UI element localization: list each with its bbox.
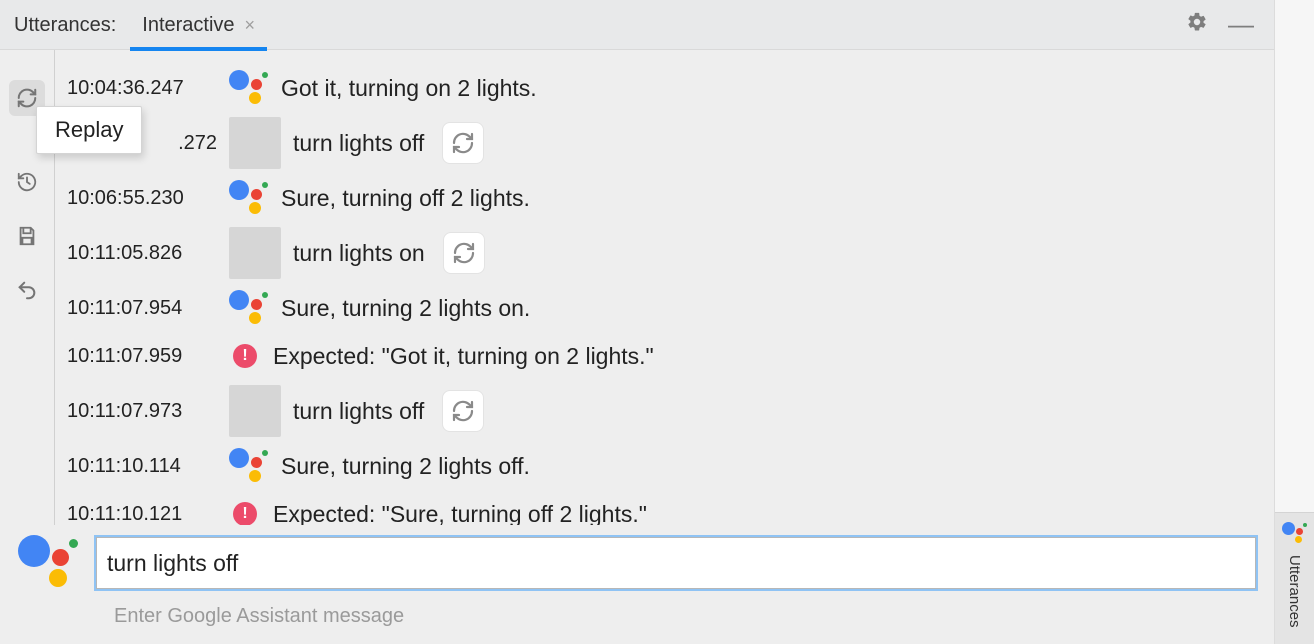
replay-icon[interactable] (442, 390, 484, 432)
assistant-logo-icon (229, 68, 269, 108)
assistant-message: Sure, turning 2 lights on. (281, 295, 530, 322)
log-row: 10:11:10.114 Sure, turning 2 lights off. (67, 446, 1262, 486)
conversation-log: 10:04:36.247 Got it, turning on 2 lights.… (54, 50, 1274, 525)
gear-icon[interactable] (1176, 11, 1218, 39)
assistant-logo-icon (18, 533, 78, 593)
assistant-logo-icon (229, 288, 269, 328)
utterances-label: Utterances: (10, 0, 130, 50)
timestamp: 10:11:10.114 (67, 455, 217, 478)
timestamp: 10:11:10.121 (67, 503, 217, 526)
warn-message: Expected: "Sure, turning off 2 lights." (273, 501, 647, 526)
assistant-message: Sure, turning 2 lights off. (281, 453, 530, 480)
log-row: 10:06:55.230 Sure, turning off 2 lights. (67, 178, 1262, 218)
message-input[interactable] (96, 537, 1256, 589)
input-area: Enter Google Assistant message (0, 525, 1274, 644)
close-icon[interactable]: × (245, 0, 256, 50)
undo-button[interactable] (9, 272, 45, 308)
tab-interactive-label: Interactive (142, 0, 234, 50)
warning-icon: ! (233, 502, 257, 525)
user-avatar (229, 227, 281, 279)
right-rail: Utterances (1274, 0, 1314, 644)
tab-interactive[interactable]: Interactive × (130, 0, 267, 50)
timestamp: 10:11:07.959 (67, 345, 217, 368)
replay-icon[interactable] (442, 122, 484, 164)
log-row: 10:04:36.247 Got it, turning on 2 lights. (67, 68, 1262, 108)
warn-message: Expected: "Got it, turning on 2 lights." (273, 343, 654, 370)
assistant-logo-icon (229, 178, 269, 218)
user-message: turn lights on (293, 240, 425, 267)
tab-bar: Utterances: Interactive × — (0, 0, 1274, 50)
assistant-message: Got it, turning on 2 lights. (281, 75, 537, 102)
left-gutter: Replay (0, 50, 54, 525)
timestamp: 10:06:55.230 (67, 187, 217, 210)
replay-tooltip: Replay (36, 106, 142, 154)
assistant-logo-icon (229, 446, 269, 486)
user-avatar (229, 385, 281, 437)
user-message: turn lights off (293, 398, 424, 425)
utterances-panel-tab[interactable]: Utterances (1275, 512, 1314, 644)
timestamp: 10:11:05.826 (67, 242, 217, 265)
input-helper-text: Enter Google Assistant message (114, 605, 1256, 628)
timestamp: 10:04:36.247 (67, 77, 217, 100)
log-row: 10:11:10.121! Expected: "Sure, turning of… (67, 494, 1262, 525)
assistant-logo-icon (1282, 521, 1308, 547)
utterances-panel-label: Utterances (1286, 555, 1303, 628)
history-button[interactable] (9, 164, 45, 200)
user-avatar (229, 117, 281, 169)
warning-icon: ! (233, 344, 257, 368)
user-message: turn lights off (293, 130, 424, 157)
replay-icon[interactable] (443, 232, 485, 274)
timestamp: 10:11:07.954 (67, 297, 217, 320)
log-row: .272turn lights off (67, 116, 1262, 170)
assistant-message: Sure, turning off 2 lights. (281, 185, 530, 212)
minimize-icon[interactable]: — (1218, 9, 1264, 40)
save-button[interactable] (9, 218, 45, 254)
timestamp: 10:11:07.973 (67, 400, 217, 423)
log-row: 10:11:05.826 turn lights on (67, 226, 1262, 280)
log-row: 10:11:07.959! Expected: "Got it, turning … (67, 336, 1262, 376)
log-row: 10:11:07.954 Sure, turning 2 lights on. (67, 288, 1262, 328)
log-row: 10:11:07.973 turn lights off (67, 384, 1262, 438)
